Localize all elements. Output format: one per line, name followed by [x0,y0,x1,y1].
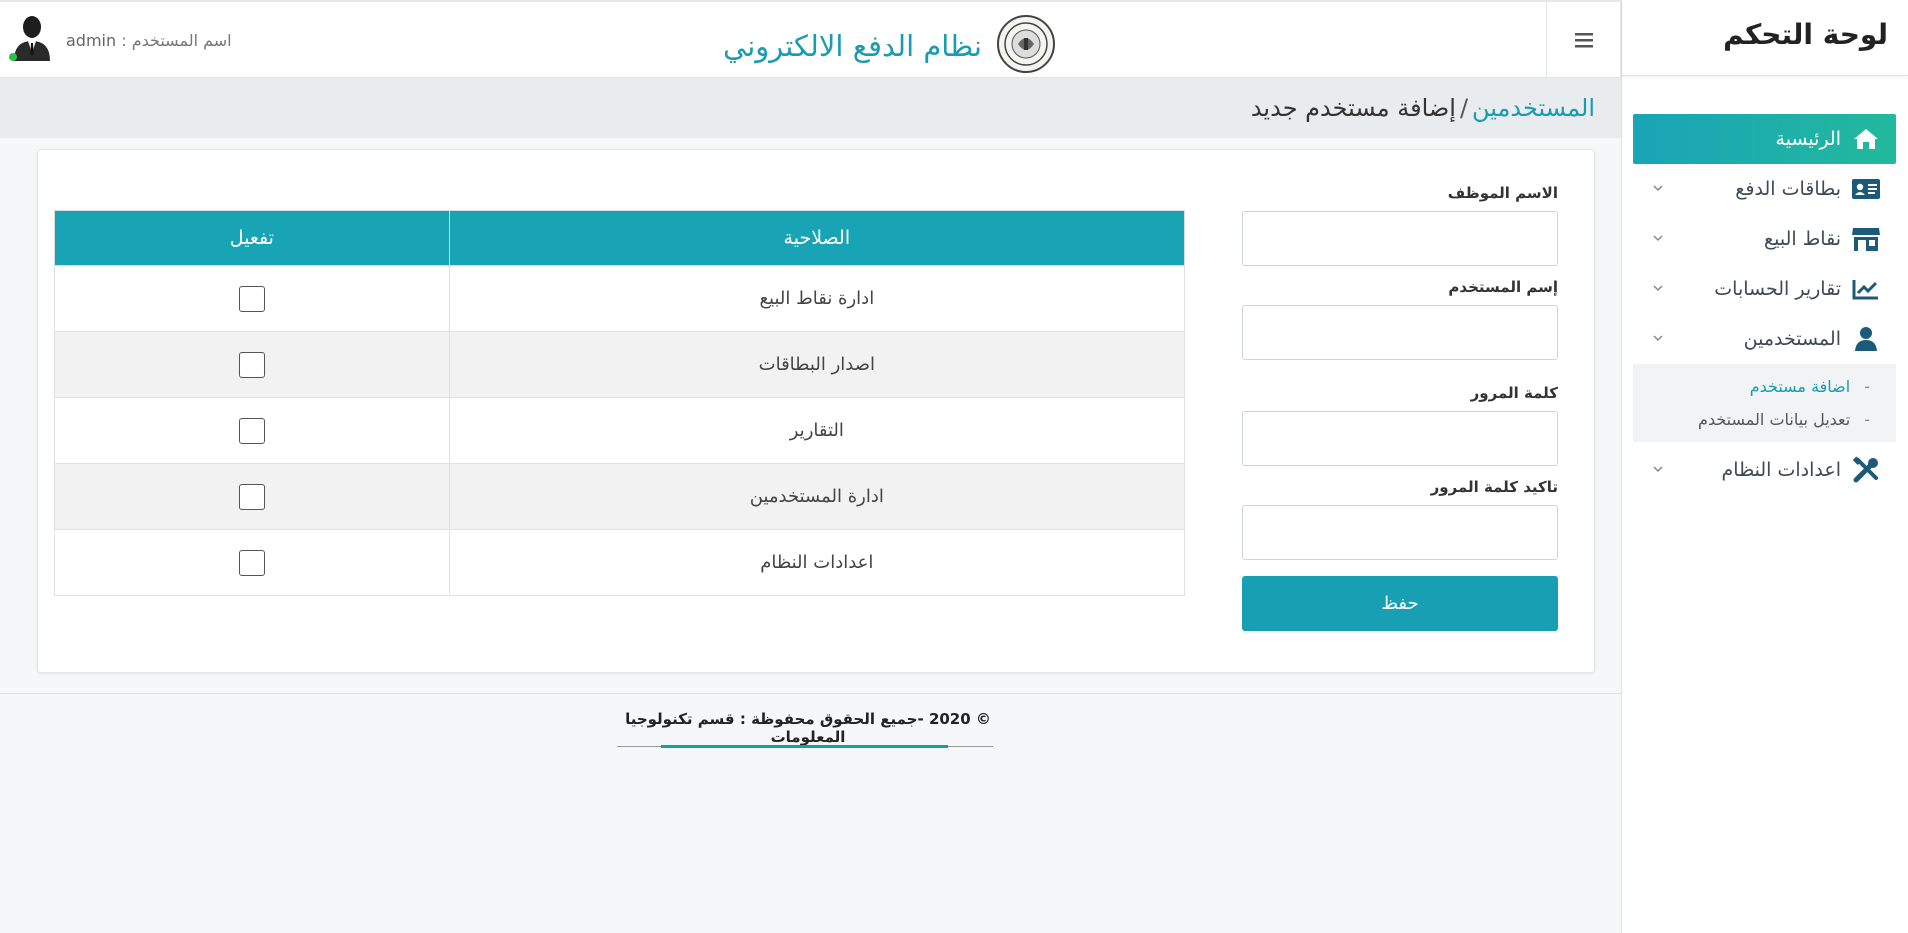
permission-checkbox[interactable] [238,417,265,444]
chevron-down-icon [1653,466,1663,473]
submenu-dash: - [1864,410,1870,429]
brand-title: نظام الدفع الالكتروني [723,29,982,63]
tools-icon [1851,456,1881,483]
permission-checkbox[interactable] [238,285,265,312]
username-label: إسم المستخدم [1448,278,1558,296]
table-row: ادارة نقاط البيع [54,265,1186,332]
table-row: اصدار البطاقات [54,331,1186,398]
submenu-item-edit-user[interactable]: - تعديل بيانات المستخدم [1633,403,1896,436]
activate-cell [54,331,450,398]
permission-name: التقارير [448,397,1186,464]
chevron-down-icon [1653,185,1663,192]
users-submenu: - اضافة مستخدم - تعديل بيانات المستخدم [1633,364,1896,442]
permission-checkbox[interactable] [238,483,265,510]
permission-name: ادارة المستخدمين [448,463,1186,530]
sidebar-nav: الرئيسية بطاقات الدفع نقاط البيع تقارير … [1622,114,1908,495]
sidebar-item-label: المستخدمين [1743,328,1841,350]
user-label: اسم المستخدم : [121,30,232,50]
avatar [8,13,54,67]
password-label: كلمة المرور [1470,384,1558,402]
employee-name-label: الاسم الموظف [1447,184,1558,202]
activate-cell [54,529,450,596]
user-name: admin [66,30,117,50]
sidebar-item-label: نقاط البيع [1764,228,1841,250]
password-field[interactable] [1242,411,1558,466]
chevron-down-icon [1653,335,1663,342]
sidebar-item-label: تقارير الحسابات [1714,278,1841,300]
page-title: إضافة مستخدم جديد [1250,94,1456,122]
brand: نظام الدفع الالكتروني [723,14,1056,78]
sidebar: لوحة التحكم الرئيسية بطاقات الدفع نقاط ا… [1621,0,1908,933]
table-row: التقارير [54,397,1186,464]
breadcrumb-parent[interactable]: المستخدمين [1472,94,1595,122]
sidebar-item-account-reports[interactable]: تقارير الحسابات [1633,264,1896,314]
store-icon [1851,226,1881,252]
sidebar-item-home[interactable]: الرئيسية [1633,114,1896,164]
permission-name: اعدادات النظام [448,529,1186,596]
add-user-card: الاسم الموظف إسم المستخدم كلمة المرور تا… [37,149,1595,673]
activate-column-header: تفعيل [54,210,450,266]
sidebar-item-label: اعدادات النظام [1721,459,1841,481]
hamburger-icon [1574,33,1593,48]
save-button[interactable]: حفظ [1242,576,1558,631]
permission-checkbox[interactable] [238,351,265,378]
brand-logo [996,14,1056,78]
table-row: ادارة المستخدمين [54,463,1186,530]
submenu-item-add-user[interactable]: - اضافة مستخدم [1633,370,1896,403]
top-bar: نظام الدفع الالكتروني اسم المستخدم : adm… [0,0,1621,78]
add-user-form: الاسم الموظف إسم المستخدم كلمة المرور تا… [1242,184,1558,631]
submenu-dash: - [1864,377,1870,396]
menu-toggle-button[interactable] [1546,2,1621,78]
sidebar-title: لوحة التحكم [1622,0,1908,76]
footer-divider [0,693,1621,694]
sidebar-item-payment-cards[interactable]: بطاقات الدفع [1633,164,1896,214]
permission-checkbox[interactable] [238,549,265,576]
activate-cell [54,397,450,464]
confirm-password-field[interactable] [1242,505,1558,560]
home-icon [1851,126,1881,152]
chart-icon [1851,276,1881,302]
permission-column-header: الصلاحية [448,210,1186,266]
user-info: اسم المستخدم : admin [66,31,232,50]
id-card-icon [1851,176,1881,202]
activate-cell [54,463,450,530]
sidebar-item-users[interactable]: المستخدمين [1633,314,1896,364]
table-header-row: الصلاحية تفعيل [54,210,1186,266]
submenu-item-label: اضافة مستخدم [1749,377,1851,396]
sidebar-item-label: الرئيسية [1775,128,1841,150]
footer-copyright: © 2020 -جميع الحقوق محفوظة : قسم تكنولوج… [625,710,991,746]
sidebar-item-points-of-sale[interactable]: نقاط البيع [1633,214,1896,264]
permission-name: اصدار البطاقات [448,331,1186,398]
table-row: اعدادات النظام [54,529,1186,596]
permissions-table: الصلاحية تفعيل ادارة نقاط البيع اصدار ال… [54,210,1186,596]
sidebar-item-system-settings[interactable]: اعدادات النظام [1633,445,1896,495]
user-icon [1851,326,1881,352]
permission-name: ادارة نقاط البيع [448,265,1186,332]
chevron-down-icon [1653,235,1663,242]
confirm-password-label: تاكيد كلمة المرور [1430,478,1558,496]
activate-cell [54,265,450,332]
breadcrumb-separator: / [1459,94,1469,122]
employee-name-field[interactable] [1242,211,1558,266]
submenu-item-label: تعديل بيانات المستخدم [1698,410,1851,429]
user-menu[interactable]: اسم المستخدم : admin [8,14,232,66]
footer-accent-bar [661,745,948,748]
username-field[interactable] [1242,305,1558,360]
chevron-down-icon [1653,285,1663,292]
sidebar-item-label: بطاقات الدفع [1735,178,1841,200]
breadcrumb: المستخدمين / إضافة مستخدم جديد [0,78,1621,138]
